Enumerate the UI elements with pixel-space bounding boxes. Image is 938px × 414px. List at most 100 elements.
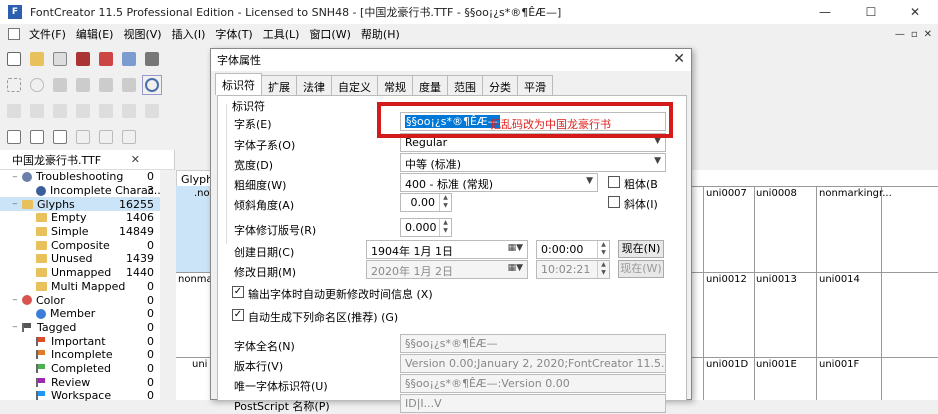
mdi-close-button[interactable]: ✕ <box>924 29 932 40</box>
kerning-icon[interactable] <box>142 101 162 121</box>
tab-custom[interactable]: 自定义 <box>331 75 378 95</box>
menu-help[interactable]: 帮助(H) <box>356 26 405 42</box>
collapse-icon[interactable]: − <box>12 173 22 181</box>
tree-scrollbar[interactable] <box>160 170 175 400</box>
tree-item[interactable]: Workspace 0 <box>0 389 174 403</box>
tree-item[interactable]: Unmapped 1440 <box>0 266 174 280</box>
align-center-icon[interactable] <box>27 101 47 121</box>
app-icon: F <box>8 5 22 19</box>
knife-icon[interactable] <box>73 75 93 95</box>
menu-insert[interactable]: 插入(I) <box>167 26 211 42</box>
panel-tab[interactable]: 中国龙豪行书.TTF ✕ <box>0 150 174 170</box>
align-left-icon[interactable] <box>4 101 24 121</box>
tree-item[interactable]: Review 0 <box>0 375 174 389</box>
width-select[interactable]: 中等 (标准) ▼ <box>400 153 666 172</box>
page-dropdown-icon[interactable] <box>4 127 24 147</box>
tree-item[interactable]: Important 0 <box>0 334 174 348</box>
menu-window[interactable]: 窗口(W) <box>304 26 355 42</box>
fullname-input[interactable]: §§oo¡¿s*®¶ÊÆ— <box>400 334 666 353</box>
menu-font[interactable]: 字体(T) <box>210 26 257 42</box>
italic-checkbox[interactable] <box>608 196 620 208</box>
tree-item[interactable]: Incomplete 0 <box>0 348 174 362</box>
mdi-restore-button[interactable]: ▫ <box>911 29 918 40</box>
tree-item-count: 0 <box>147 389 154 403</box>
modified-date-picker[interactable]: 2020年 1月 2日 ▦▼ <box>366 260 528 279</box>
auto-update-checkbox[interactable]: ✓ <box>232 286 244 298</box>
tab-extended[interactable]: 扩展 <box>261 75 297 95</box>
collapse-icon[interactable]: − <box>12 323 22 331</box>
created-date-picker[interactable]: 1904年 1月 1日 ▦▼ <box>366 240 528 259</box>
tab-general[interactable]: 常规 <box>377 75 413 95</box>
tab-ranges[interactable]: 范围 <box>447 75 483 95</box>
tree-item[interactable]: − Tagged 0 <box>0 321 174 335</box>
folder-icon <box>36 268 47 278</box>
unique-id-input[interactable]: §§oo¡¿s*®¶ÊÆ—:Version 0.00 <box>400 374 666 393</box>
menu-bar: 文件(F) 编辑(E) 视图(V) 插入(I) 字体(T) 工具(L) 窗口(W… <box>0 24 938 44</box>
weight-select[interactable]: 400 - 标准 (常规) ▼ <box>400 173 598 192</box>
tree-item[interactable]: Unused 1439 <box>0 252 174 266</box>
dialog-close-icon[interactable]: ✕ <box>673 51 685 67</box>
collapse-icon[interactable]: − <box>12 200 22 208</box>
spacing-icon[interactable] <box>96 101 116 121</box>
metrics-icon[interactable] <box>119 101 139 121</box>
revision-input[interactable]: 0.000 ▲ ▼ <box>400 218 452 237</box>
grid-view-3-icon[interactable] <box>119 127 139 147</box>
export-icon[interactable] <box>119 49 139 69</box>
panel-close-icon[interactable]: ✕ <box>131 153 140 166</box>
tree-item-count: 0 <box>147 170 154 184</box>
tree-item[interactable]: Simple 14849 <box>0 225 174 239</box>
menu-tools[interactable]: 工具(L) <box>258 26 305 42</box>
mdi-minimize-button[interactable]: — <box>895 29 905 40</box>
tab-classification[interactable]: 分类 <box>482 75 518 95</box>
new-file-icon[interactable] <box>4 49 24 69</box>
tree-item[interactable]: Completed 0 <box>0 362 174 376</box>
tree-item[interactable]: − Glyphs 16255 <box>0 197 174 212</box>
collapse-icon[interactable]: − <box>12 296 22 304</box>
print-icon[interactable] <box>142 49 162 69</box>
tab-legal[interactable]: 法律 <box>296 75 332 95</box>
menu-view[interactable]: 视图(V) <box>118 26 166 42</box>
tree-item[interactable]: Empty 1406 <box>0 211 174 225</box>
tree-item[interactable]: − Troubleshooting 0 <box>0 170 174 184</box>
version-input[interactable]: Version 0.00;January 2, 2020;FontCreator… <box>400 354 666 373</box>
menu-edit[interactable]: 编辑(E) <box>71 26 119 42</box>
close-button[interactable]: ✕ <box>892 0 938 24</box>
tree-item[interactable]: Incomplete Charac... 3 <box>0 184 174 198</box>
tree-item[interactable]: Composite 0 <box>0 238 174 252</box>
sort-dropdown-icon[interactable] <box>27 127 47 147</box>
zoom-icon[interactable] <box>142 75 162 95</box>
distribute-icon[interactable] <box>73 101 93 121</box>
align-right-icon[interactable] <box>50 101 70 121</box>
tab-smoothing[interactable]: 平滑 <box>517 75 553 95</box>
auto-names-label: 自动生成下列命名区(推荐) (G) <box>248 311 399 324</box>
select-rect-icon[interactable] <box>4 75 24 95</box>
pencil-icon[interactable] <box>96 75 116 95</box>
auto-names-checkbox[interactable]: ✓ <box>232 309 244 321</box>
fill-icon[interactable] <box>119 75 139 95</box>
menu-file[interactable]: 文件(F) <box>24 26 71 42</box>
minimize-button[interactable]: — <box>802 0 848 24</box>
created-time-input[interactable]: 0:00:00 ▲ ▼ <box>536 240 610 259</box>
save-all-icon[interactable] <box>96 49 116 69</box>
font-preview-icon[interactable] <box>50 49 70 69</box>
copy-dropdown-icon[interactable] <box>50 127 70 147</box>
tree-item[interactable]: Multi Mapped 0 <box>0 280 174 294</box>
italic-angle-input[interactable]: 0.00 ▲ ▼ <box>400 193 452 212</box>
grid-view-icon[interactable] <box>73 127 93 147</box>
lasso-icon[interactable] <box>27 75 47 95</box>
tree-item[interactable]: − Color 0 <box>0 293 174 307</box>
open-file-icon[interactable] <box>27 49 47 69</box>
now-button[interactable]: 现在(N) <box>618 240 664 258</box>
tab-identifier[interactable]: 标识符 <box>215 73 262 95</box>
postscript-input[interactable]: ID|I...V <box>400 394 666 413</box>
tree-item-label: Simple <box>51 225 89 239</box>
pen-icon[interactable] <box>50 75 70 95</box>
maximize-button[interactable]: ☐ <box>848 0 894 24</box>
grid-view-2-icon[interactable] <box>96 127 116 147</box>
tab-metrics[interactable]: 度量 <box>412 75 448 95</box>
bold-checkbox[interactable] <box>608 176 620 188</box>
now-w-button[interactable]: 现在(W) <box>618 260 664 278</box>
save-icon[interactable] <box>73 49 93 69</box>
tree-item[interactable]: Member 0 <box>0 307 174 321</box>
modified-time-input[interactable]: 10:02:21 ▲ ▼ <box>536 260 610 279</box>
